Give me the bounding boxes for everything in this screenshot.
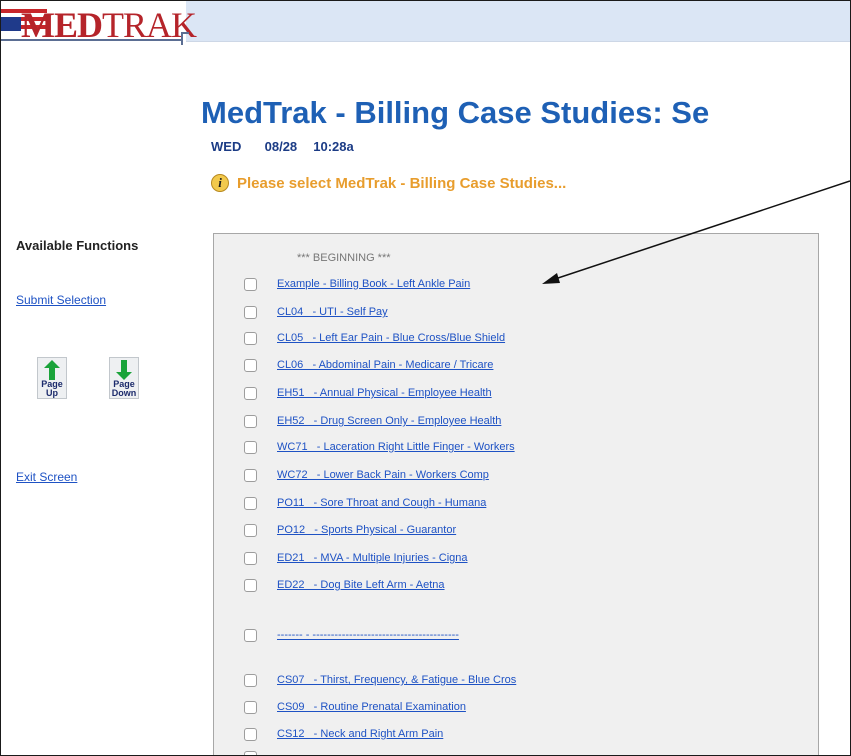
exit-screen-link[interactable]: Exit Screen	[16, 470, 77, 484]
time-label: 10:28a	[313, 139, 354, 154]
list-item-checkbox[interactable]	[244, 496, 257, 510]
list-item	[244, 748, 277, 755]
arrow-up-icon	[44, 360, 60, 380]
list-item-link[interactable]: CS12 - Neck and Right Arm Pain	[277, 728, 443, 740]
list-item: CS07 - Thirst, Frequency, & Fatigue - Bl…	[244, 671, 516, 689]
list-item-checkbox[interactable]	[244, 727, 257, 741]
list-item-link[interactable]: CS07 - Thirst, Frequency, & Fatigue - Bl…	[277, 674, 516, 686]
list-item-checkbox[interactable]	[244, 386, 257, 400]
list-item-checkbox[interactable]	[244, 551, 257, 565]
medtrak-logo: MEDTRAK	[1, 1, 197, 45]
list-item-link[interactable]: WC72 - Lower Back Pain - Workers Comp	[277, 469, 489, 481]
list-item: CS09 - Routine Prenatal Examination	[244, 698, 466, 716]
sidebar-heading: Available Functions	[16, 238, 139, 253]
list-item: ED21 - MVA - Multiple Injuries - Cigna	[244, 549, 468, 567]
list-item-checkbox[interactable]	[244, 414, 257, 428]
list-item-link[interactable]: PO12 - Sports Physical - Guarantor	[277, 524, 456, 536]
list-item: WC72 - Lower Back Pain - Workers Comp	[244, 466, 489, 484]
list-item: EH52 - Drug Screen Only - Employee Healt…	[244, 412, 501, 430]
list-item-link[interactable]: EH52 - Drug Screen Only - Employee Healt…	[277, 415, 501, 427]
list-item: CL05 - Left Ear Pain - Blue Cross/Blue S…	[244, 329, 505, 347]
list-item-link[interactable]: EH51 - Annual Physical - Employee Health	[277, 387, 492, 399]
list-item-checkbox[interactable]	[244, 468, 257, 482]
list-item-link[interactable]: PO11 - Sore Throat and Cough - Humana	[277, 497, 486, 509]
page-down-label-2: Down	[111, 388, 137, 398]
date-label: 08/28	[264, 139, 298, 154]
list-item: CL06 - Abdominal Pain - Medicare / Trica…	[244, 356, 493, 374]
list-item-checkbox[interactable]	[244, 673, 257, 687]
page-title: MedTrak - Billing Case Studies: Se	[201, 95, 710, 130]
day-label: WED	[211, 139, 242, 154]
list-item: CL04 - UTI - Self Pay	[244, 303, 388, 321]
datetime: WED 08/28 10:28a	[211, 139, 354, 154]
app-window: MEDTRAK MedTrak - Billing Case Studies: …	[0, 0, 851, 756]
list-item-link[interactable]: CS09 - Routine Prenatal Examination	[277, 701, 466, 713]
notice-message: i Please select MedTrak - Billing Case S…	[211, 174, 566, 192]
submit-selection-link[interactable]: Submit Selection	[16, 293, 106, 307]
list-item-link[interactable]: WC71 - Laceration Right Little Finger - …	[277, 441, 515, 453]
list-item-checkbox[interactable]	[244, 628, 257, 642]
list-item-link[interactable]: CL06 - Abdominal Pain - Medicare / Trica…	[277, 359, 493, 371]
list-item: EH51 - Annual Physical - Employee Health	[244, 384, 492, 402]
list-item-link[interactable]: ED21 - MVA - Multiple Injuries - Cigna	[277, 552, 468, 564]
list-item-checkbox[interactable]	[244, 700, 257, 714]
list-item: ED22 - Dog Bite Left Arm - Aetna	[244, 576, 445, 594]
arrow-down-icon	[116, 360, 132, 380]
info-icon: i	[211, 174, 229, 192]
list-item-checkbox[interactable]	[244, 750, 257, 755]
list-item: ------- - ------------------------------…	[244, 626, 459, 644]
list-item-link[interactable]: CL05 - Left Ear Pain - Blue Cross/Blue S…	[277, 332, 505, 344]
list-item-checkbox[interactable]	[244, 440, 257, 454]
list-item-link[interactable]: ------- - ------------------------------…	[277, 629, 459, 641]
list-item: Example - Billing Book - Left Ankle Pain	[244, 275, 470, 293]
list-item-checkbox[interactable]	[244, 523, 257, 537]
list-item-link[interactable]: Example - Billing Book - Left Ankle Pain	[277, 278, 470, 290]
list-item-link[interactable]: CL04 - UTI - Self Pay	[277, 306, 388, 318]
page-down-button[interactable]: Page Down	[109, 357, 139, 399]
page-up-button[interactable]: Page Up	[37, 357, 67, 399]
list-item-checkbox[interactable]	[244, 331, 257, 345]
page-up-label-2: Up	[46, 388, 58, 398]
notice-text: Please select MedTrak - Billing Case Stu…	[237, 174, 567, 192]
list-item-checkbox[interactable]	[244, 277, 257, 291]
list-item: CS12 - Neck and Right Arm Pain	[244, 725, 443, 743]
list-item: WC71 - Laceration Right Little Finger - …	[244, 438, 515, 456]
list-item-checkbox[interactable]	[244, 305, 257, 319]
list-item-checkbox[interactable]	[244, 578, 257, 592]
list-item: PO12 - Sports Physical - Guarantor	[244, 521, 456, 539]
list-item: PO11 - Sore Throat and Cough - Humana	[244, 494, 486, 512]
list-item-link[interactable]: ED22 - Dog Bite Left Arm - Aetna	[277, 579, 445, 591]
list-beginning-marker: *** BEGINNING ***	[297, 252, 391, 264]
list-item-checkbox[interactable]	[244, 358, 257, 372]
